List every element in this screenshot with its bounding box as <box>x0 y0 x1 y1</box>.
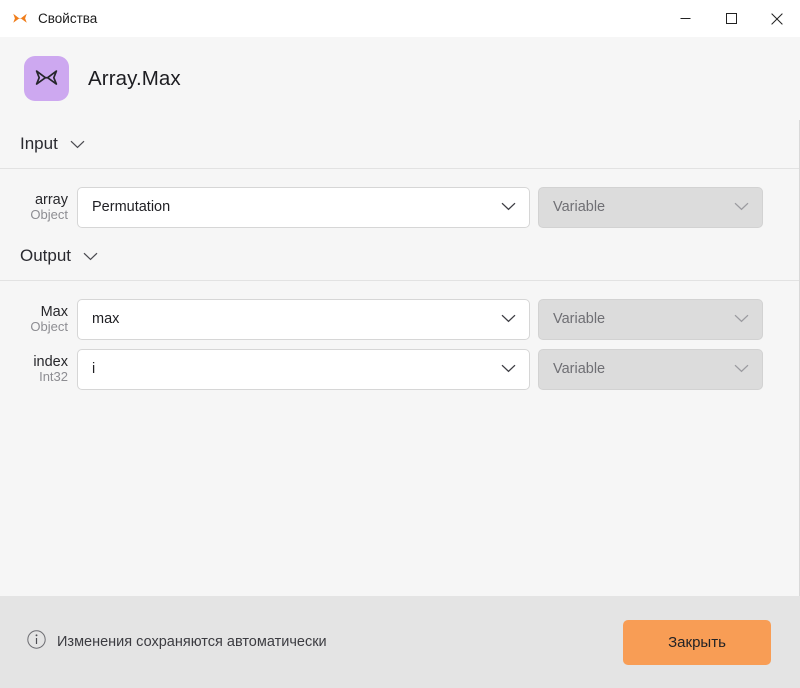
autosave-text: Изменения сохраняются автоматически <box>57 634 327 650</box>
page-title: Array.Max <box>88 66 181 90</box>
field-label-max: Max Object <box>0 304 77 335</box>
value-combobox-array[interactable]: Permutation <box>77 186 530 228</box>
maximize-button[interactable] <box>708 0 754 37</box>
chevron-down-icon[interactable] <box>501 310 516 328</box>
section-title-output: Output <box>20 246 72 265</box>
field-name: Max <box>40 303 68 320</box>
value-combobox-index[interactable]: i <box>77 348 530 390</box>
minimize-icon <box>680 18 690 19</box>
app-header: Array.Max <box>0 37 800 120</box>
field-row-max: Max Object max Variable <box>0 294 799 344</box>
input-rows: array Object Permutation Variable <box>0 169 799 232</box>
field-row-index: index Int32 i Variable <box>0 344 799 394</box>
properties-window: Свойства Array.Max Input array Object Pe… <box>0 0 800 688</box>
chevron-down-icon[interactable] <box>734 198 749 216</box>
window-title: Свойства <box>38 10 98 26</box>
chevron-down-icon[interactable] <box>501 198 516 216</box>
field-name: array <box>34 191 68 208</box>
field-label-index: index Int32 <box>0 354 77 385</box>
value-text: Permutation <box>92 199 171 215</box>
value-combobox-max[interactable]: max <box>77 298 530 340</box>
field-label-array: array Object <box>0 192 77 223</box>
chevron-down-icon[interactable] <box>501 360 516 378</box>
chevron-down-icon[interactable] <box>70 140 85 149</box>
autosave-note: Изменения сохраняются автоматически <box>27 630 327 654</box>
footer-bar: Изменения сохраняются автоматически Закр… <box>0 596 800 688</box>
chevron-down-icon[interactable] <box>734 360 749 378</box>
close-button[interactable]: Закрыть <box>623 619 771 665</box>
field-row-array: array Object Permutation Variable <box>0 182 799 232</box>
title-bar: Свойства <box>0 0 800 37</box>
binding-text: Variable <box>553 199 606 215</box>
binding-text: Variable <box>553 361 606 377</box>
output-rows: Max Object max Variable index Int32 i Va… <box>0 281 799 394</box>
section-header-input[interactable]: Input <box>0 120 799 168</box>
close-icon <box>771 12 783 25</box>
binding-select-array[interactable]: Variable <box>538 186 763 228</box>
section-title-input: Input <box>20 134 58 153</box>
chevron-down-icon[interactable] <box>734 310 749 328</box>
field-name: index <box>33 353 68 370</box>
app-butterfly-icon <box>24 56 69 101</box>
value-text: max <box>92 311 120 327</box>
field-type: Object <box>30 206 68 222</box>
binding-select-max[interactable]: Variable <box>538 298 763 340</box>
minimize-button[interactable] <box>662 0 708 37</box>
binding-select-index[interactable]: Variable <box>538 348 763 390</box>
close-window-button[interactable] <box>754 0 800 37</box>
title-bar-left: Свойства <box>0 10 97 28</box>
butterfly-icon <box>11 10 29 28</box>
value-text: i <box>92 361 96 377</box>
section-header-output[interactable]: Output <box>0 232 799 280</box>
maximize-icon <box>725 13 737 24</box>
window-controls <box>662 0 800 37</box>
chevron-down-icon[interactable] <box>83 252 98 261</box>
properties-content: Input array Object Permutation Variable … <box>0 120 800 596</box>
binding-text: Variable <box>553 311 606 327</box>
info-circle-icon <box>27 630 46 654</box>
field-type: Object <box>30 318 68 334</box>
field-type: Int32 <box>39 368 68 384</box>
